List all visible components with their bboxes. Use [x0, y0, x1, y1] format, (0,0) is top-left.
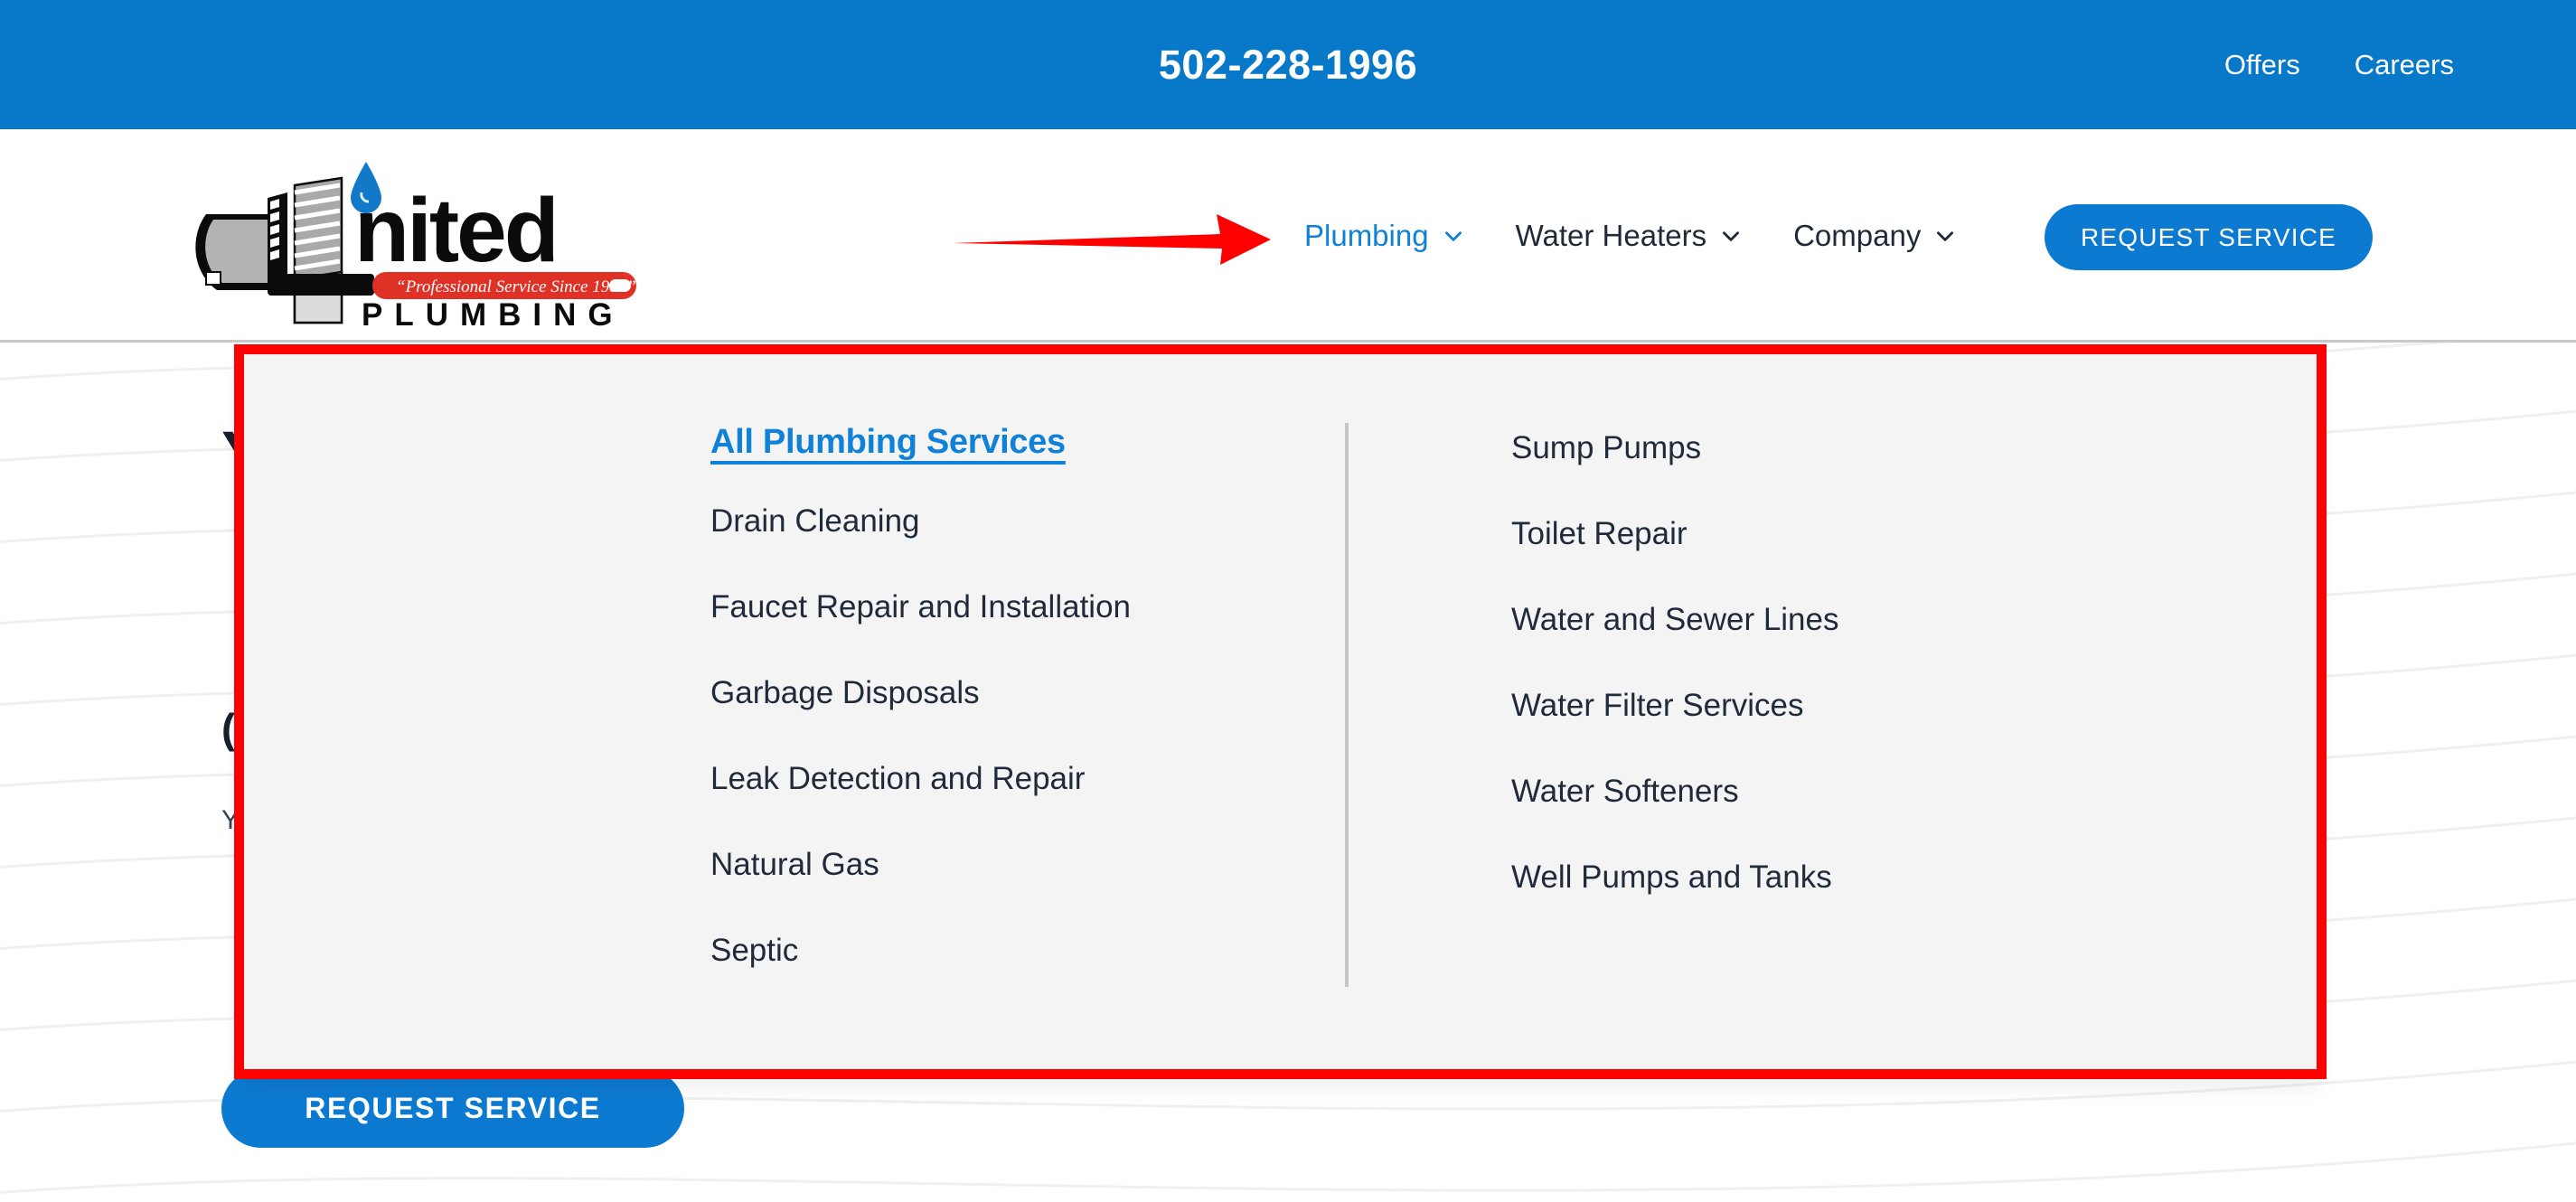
top-utility-links: Offers Careers: [2224, 0, 2454, 129]
menu-item-water-and-sewer-lines[interactable]: Water and Sewer Lines: [1511, 602, 2189, 638]
united-plumbing-logo[interactable]: nited “Professional Service Since 1984” …: [181, 146, 642, 331]
plumbing-mega-menu: All Plumbing Services Drain Cleaning Fau…: [240, 351, 2319, 1074]
mega-menu-left-column: All Plumbing Services Drain Cleaning Fau…: [710, 423, 1343, 1019]
offers-link[interactable]: Offers: [2224, 49, 2300, 81]
svg-text:nited: nited: [354, 180, 557, 281]
nav-item-water-heaters-label: Water Heaters: [1515, 219, 1707, 252]
menu-item-garbage-disposals[interactable]: Garbage Disposals: [710, 675, 1343, 711]
nav-item-plumbing[interactable]: Plumbing: [1279, 219, 1490, 253]
chevron-down-icon: [1442, 224, 1465, 248]
primary-navigation: Plumbing Water Heaters Company: [1279, 129, 1982, 343]
hero-request-service-button[interactable]: REQUEST SERVICE: [221, 1069, 684, 1148]
top-utility-bar: 502-228-1996 Offers Careers: [0, 0, 2576, 129]
menu-item-septic[interactable]: Septic: [710, 933, 1343, 969]
svg-text:“Professional Service Since 19: “Professional Service Since 1984”: [396, 277, 636, 296]
page-subheading: (: [221, 705, 236, 752]
menu-item-natural-gas[interactable]: Natural Gas: [710, 847, 1343, 883]
menu-item-well-pumps-and-tanks[interactable]: Well Pumps and Tanks: [1511, 859, 2189, 896]
menu-item-water-filter-services[interactable]: Water Filter Services: [1511, 688, 2189, 724]
page-root: Y ( Y W y H REQUEST SERVICE 502-228-1996…: [0, 0, 2576, 1202]
chevron-down-icon: [1933, 224, 1957, 248]
nav-item-plumbing-label: Plumbing: [1304, 219, 1429, 252]
header-request-service-button[interactable]: REQUEST SERVICE: [2045, 204, 2373, 270]
all-plumbing-services-link[interactable]: All Plumbing Services: [710, 423, 1343, 462]
menu-item-faucet-repair-and-installation[interactable]: Faucet Repair and Installation: [710, 589, 1343, 625]
mega-menu-column-divider: [1345, 423, 1349, 987]
menu-item-drain-cleaning[interactable]: Drain Cleaning: [710, 503, 1343, 540]
menu-item-sump-pumps[interactable]: Sump Pumps: [1511, 430, 2189, 466]
menu-item-toilet-repair[interactable]: Toilet Repair: [1511, 516, 2189, 552]
menu-item-water-softeners[interactable]: Water Softeners: [1511, 774, 2189, 810]
site-header: nited “Professional Service Since 1984” …: [0, 129, 2576, 343]
careers-link[interactable]: Careers: [2355, 49, 2454, 81]
nav-item-company[interactable]: Company: [1768, 219, 1982, 253]
chevron-down-icon: [1719, 224, 1743, 248]
menu-item-leak-detection-and-repair[interactable]: Leak Detection and Repair: [710, 761, 1343, 797]
nav-item-water-heaters[interactable]: Water Heaters: [1490, 219, 1769, 253]
svg-text:PLUMBING: PLUMBING: [362, 297, 625, 331]
phone-number-link[interactable]: 502-228-1996: [0, 0, 2576, 129]
nav-item-company-label: Company: [1793, 219, 1922, 252]
mega-menu-right-column: Sump Pumps Toilet Repair Water and Sewer…: [1511, 423, 2189, 945]
